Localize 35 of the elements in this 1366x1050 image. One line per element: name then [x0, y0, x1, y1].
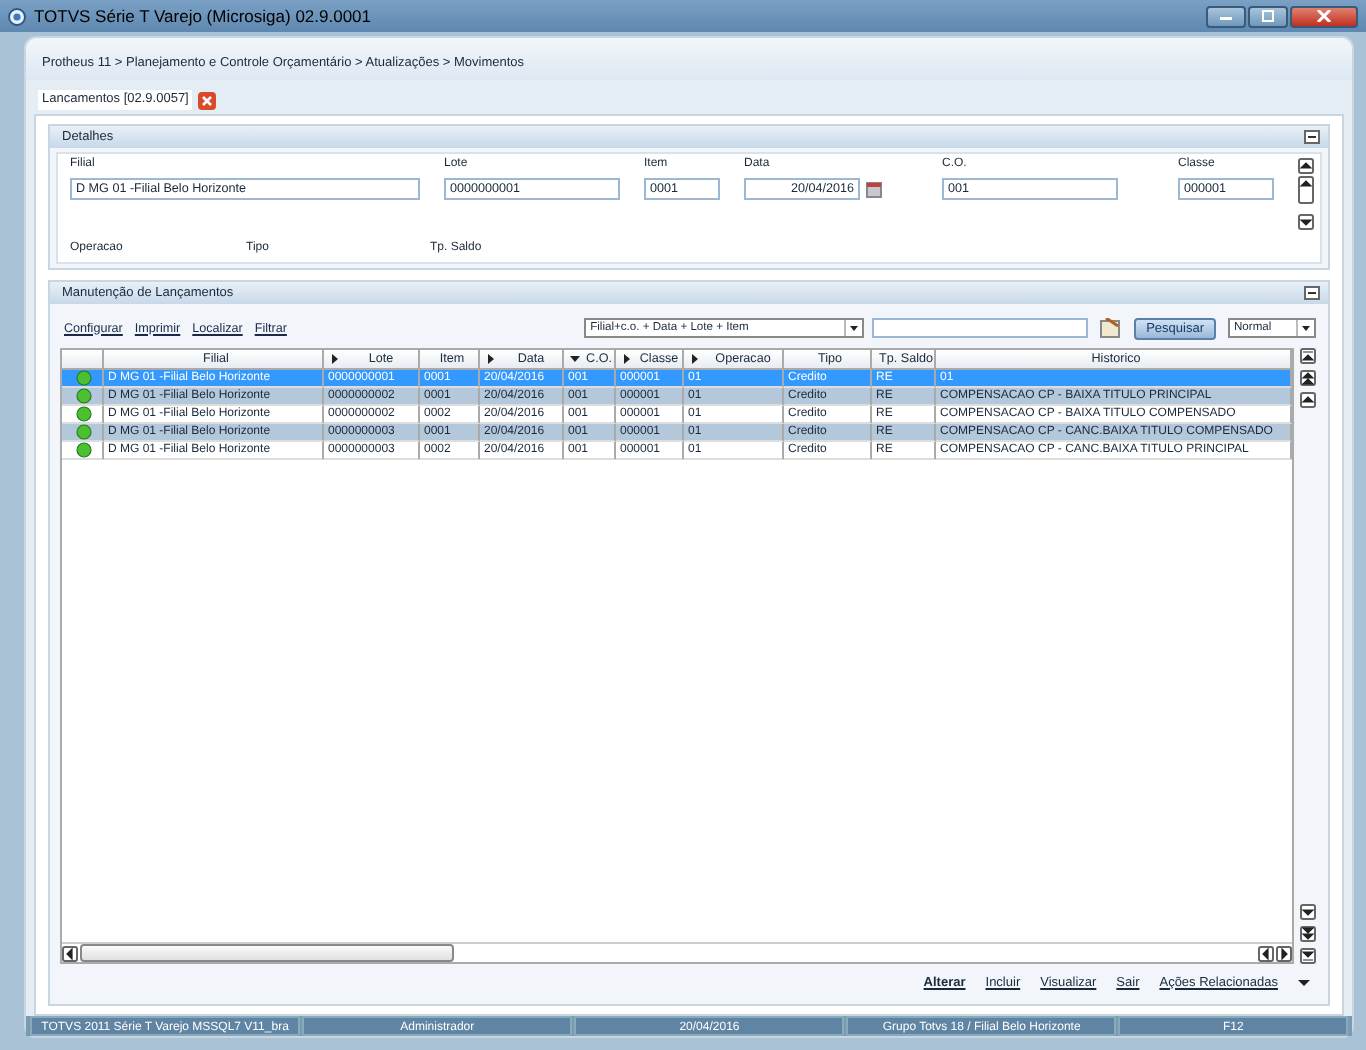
close-icon [1316, 10, 1332, 22]
caret-icon [1296, 320, 1314, 336]
calendar-icon[interactable] [866, 181, 882, 197]
index-arrow-icon [486, 354, 496, 364]
scroll-right-button[interactable] [1276, 945, 1292, 961]
close-button[interactable] [1290, 5, 1358, 27]
window-title: TOTVS Série T Varejo (Microsiga) 02.9.0001 [34, 6, 372, 26]
sort-arrow-icon [570, 354, 580, 364]
index-arrow-icon [330, 354, 340, 364]
dropdown-arrow-icon[interactable] [1298, 977, 1310, 987]
app-icon [8, 7, 26, 25]
scroll-bottom-button[interactable] [1300, 948, 1316, 964]
index-arrow-icon [690, 354, 700, 364]
search-field[interactable] [872, 318, 1089, 338]
scroll-up-button[interactable] [1300, 392, 1316, 408]
close-tab-icon[interactable] [198, 91, 217, 109]
caret-icon [844, 320, 863, 336]
maximize-button[interactable] [1248, 5, 1288, 27]
index-arrow-icon [622, 354, 632, 364]
scroll-up-button[interactable] [1298, 176, 1314, 204]
vertical-scrollbar[interactable] [1298, 348, 1318, 964]
scroll-left-button[interactable] [62, 945, 78, 961]
page-down-button[interactable] [1300, 926, 1316, 942]
scroll-left-button[interactable] [1258, 945, 1274, 961]
scroll-down-button[interactable] [1300, 904, 1316, 920]
notepad-icon[interactable] [1100, 318, 1123, 338]
minimize-button[interactable] [1206, 5, 1246, 27]
horizontal-scrollbar[interactable] [62, 942, 1292, 962]
maximize-icon [1260, 10, 1276, 22]
collapse-icon[interactable] [1304, 286, 1320, 300]
scroll-up-button[interactable] [1298, 158, 1314, 174]
scroll-top-button[interactable] [1300, 348, 1316, 364]
page-up-button[interactable] [1300, 370, 1316, 386]
collapse-icon[interactable] [1304, 130, 1320, 144]
scroll-down-button[interactable] [1298, 214, 1314, 230]
